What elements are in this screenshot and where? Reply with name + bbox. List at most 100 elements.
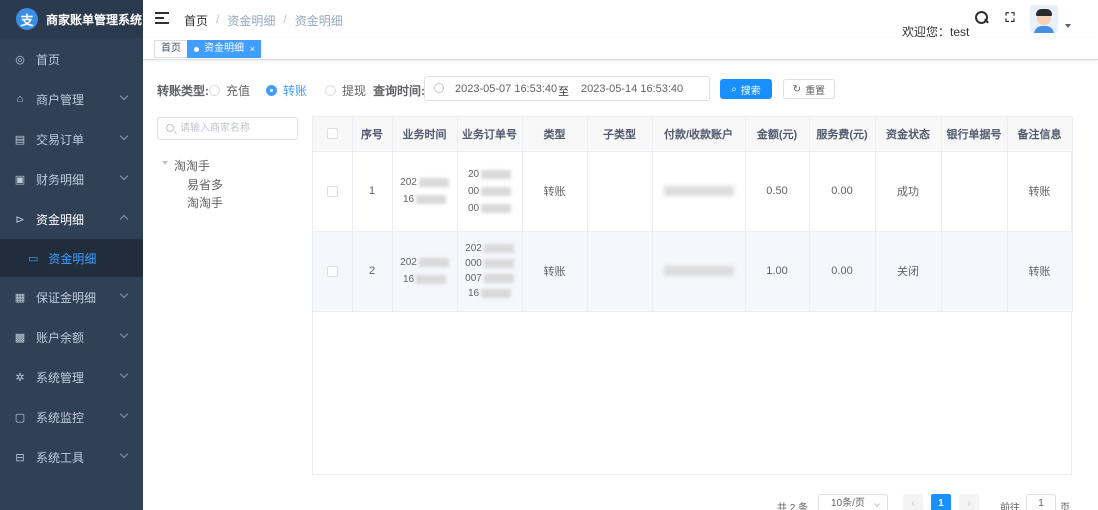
deposit-icon: ▦ [14, 291, 26, 304]
placeholder-text: 请输入商家名称 [180, 123, 250, 134]
reset-button[interactable]: ↻ 重置 [783, 79, 835, 99]
col-header: 金额(元) [745, 117, 810, 152]
radio-label: 转账 [283, 84, 308, 98]
sidebar-item-system[interactable]: ✲ 系统管理 [0, 357, 143, 397]
app-title: 商家账单管理系统 [46, 12, 143, 27]
sidebar-subitem-label: 资金明细 [48, 251, 97, 266]
sidebar-item-balance[interactable]: ▩ 账户余额 [0, 317, 143, 357]
sidebar-item-label: 财务明细 [36, 172, 85, 187]
order-fragment: 202 [465, 243, 482, 254]
col-header: 付款/收款账户 [652, 117, 746, 152]
row-index: 1 [352, 151, 393, 232]
merchant-search-input[interactable]: 请输入商家名称 [157, 117, 298, 140]
checkbox[interactable] [326, 128, 338, 140]
tag-label: 资金明细 [204, 43, 244, 54]
sidebar-item-tools[interactable]: ⊟ 系统工具 [0, 437, 143, 477]
time-fragment: 202 [400, 257, 417, 268]
caret-down-icon[interactable] [162, 161, 168, 165]
date-range-picker[interactable]: 2023-05-07 16:53:40 至 2023-05-14 16:53:4… [424, 76, 710, 101]
subtype-cell [587, 231, 653, 312]
tags-view: 首页 资金明细 × [143, 38, 1098, 60]
fund-icon: ⊳ [15, 213, 25, 226]
chevron-down-icon [119, 449, 129, 459]
tree-node-child[interactable]: 淘淘手 [187, 194, 223, 211]
page-number-button[interactable]: 1 [931, 494, 951, 510]
tool-icon: ⊟ [15, 451, 25, 464]
tag-home[interactable]: 首页 [154, 40, 188, 58]
page-suffix: 页 [1060, 503, 1070, 510]
chevron-down-icon [119, 91, 129, 101]
radio-circle [266, 85, 277, 96]
time-fragment: 16 [402, 274, 415, 285]
sidebar-item-label: 商户管理 [36, 92, 85, 107]
goto-page-input[interactable]: 1 [1026, 494, 1056, 510]
sidebar-item-label: 交易订单 [36, 132, 85, 147]
search-button[interactable]: ⌕ 搜索 [720, 79, 772, 99]
hamburger-icon[interactable] [155, 12, 169, 24]
checkbox[interactable] [326, 265, 338, 277]
col-header: 类型 [522, 117, 588, 152]
sidebar-item-label: 保证金明细 [36, 290, 97, 305]
order-fragment: 007 [465, 273, 482, 284]
col-header: 序号 [352, 117, 393, 152]
col-header: 备注信息 [1007, 117, 1073, 152]
order-fragment: 000 [465, 258, 482, 269]
tree-node-root[interactable]: 淘淘手 [174, 157, 210, 174]
balance-icon: ▩ [14, 331, 26, 344]
sidebar-item-merchant[interactable]: ⌂ 商户管理 [0, 79, 143, 119]
col-header: 业务时间 [392, 117, 458, 152]
radio-transfer[interactable]: 转账 [266, 82, 307, 99]
next-page-button[interactable]: › [959, 494, 979, 510]
avatar[interactable] [1030, 5, 1058, 33]
business-time-cell: 202 16 [392, 151, 458, 232]
caret-down-icon[interactable] [1065, 24, 1071, 28]
radio-circle [209, 85, 220, 96]
search-icon [166, 124, 174, 132]
tree-node-child[interactable]: 易省多 [187, 176, 223, 193]
chevron-down-icon [119, 289, 129, 299]
radio-withdraw[interactable]: 提现 [325, 82, 366, 99]
table-row[interactable]: 2 202 16 202 000 007 16 转账 1.00 0.00 关闭 … [313, 231, 1073, 312]
sidebar-item-monitor[interactable]: ▢ 系统监控 [0, 397, 143, 437]
logo[interactable]: 支 商家账单管理系统 [0, 0, 143, 38]
sidebar-item-deposit[interactable]: ▦ 保证金明细 [0, 277, 143, 317]
reset-button-label: 重置 [805, 85, 826, 97]
finance-icon: ▣ [14, 173, 26, 186]
prev-page-button[interactable]: ‹ [903, 494, 923, 510]
start-date[interactable]: 2023-05-07 16:53:40 [455, 83, 557, 95]
bank-number-cell [941, 151, 1008, 232]
radio-recharge[interactable]: 充值 [209, 82, 250, 99]
active-dot-icon [194, 47, 199, 52]
filter-bar: 转账类型: 充值 转账 提现 查询时间: 2023-05-07 16:53:40… [157, 76, 857, 101]
search-button-label: 搜索 [740, 85, 761, 97]
checkbox[interactable] [326, 185, 338, 197]
end-date[interactable]: 2023-05-14 16:53:40 [581, 83, 683, 95]
select-all-cell[interactable] [313, 117, 353, 152]
col-header: 资金状态 [875, 117, 942, 152]
order-fragment: 00 [467, 185, 480, 197]
sidebar-item-home[interactable]: ◎ 首页 [0, 39, 143, 79]
tag-fund-detail[interactable]: 资金明细 × [187, 40, 261, 58]
search-icon[interactable] [975, 11, 989, 25]
chevron-down-icon [119, 329, 129, 339]
breadcrumb-home[interactable]: 首页 [184, 12, 208, 29]
navbar: 首页 / 资金明细 / 资金明细 欢迎您：test ⛶ [143, 0, 1098, 39]
sidebar-subitem-fund-detail[interactable]: ▭ 资金明细 [0, 239, 143, 277]
search-icon: ⌕ [731, 83, 737, 95]
page-size-select[interactable]: 10条/页 [818, 494, 888, 510]
account-cell [652, 151, 746, 232]
fullscreen-icon[interactable]: ⛶ [1003, 11, 1017, 25]
amount-cell: 1.00 [745, 231, 810, 312]
close-icon[interactable]: × [250, 41, 255, 57]
shop-icon: ⌂ [16, 93, 24, 105]
goto-label: 前往 [1000, 503, 1020, 510]
sidebar-item-finance[interactable]: ▣ 财务明细 [0, 159, 143, 199]
query-time-label: 查询时间: [373, 84, 425, 98]
breadcrumb-separator: / [216, 12, 220, 26]
sidebar-item-orders[interactable]: ▤ 交易订单 [0, 119, 143, 159]
transfer-type-label: 转账类型: [157, 84, 209, 98]
sidebar-item-fund[interactable]: ⊳ 资金明细 [0, 199, 143, 239]
order-number-cell: 20 00 00 [457, 151, 523, 232]
table-row[interactable]: 1 202 16 20 00 00 转账 0.50 0.00 成功 转账 [313, 151, 1073, 232]
chevron-down-icon [119, 369, 129, 379]
